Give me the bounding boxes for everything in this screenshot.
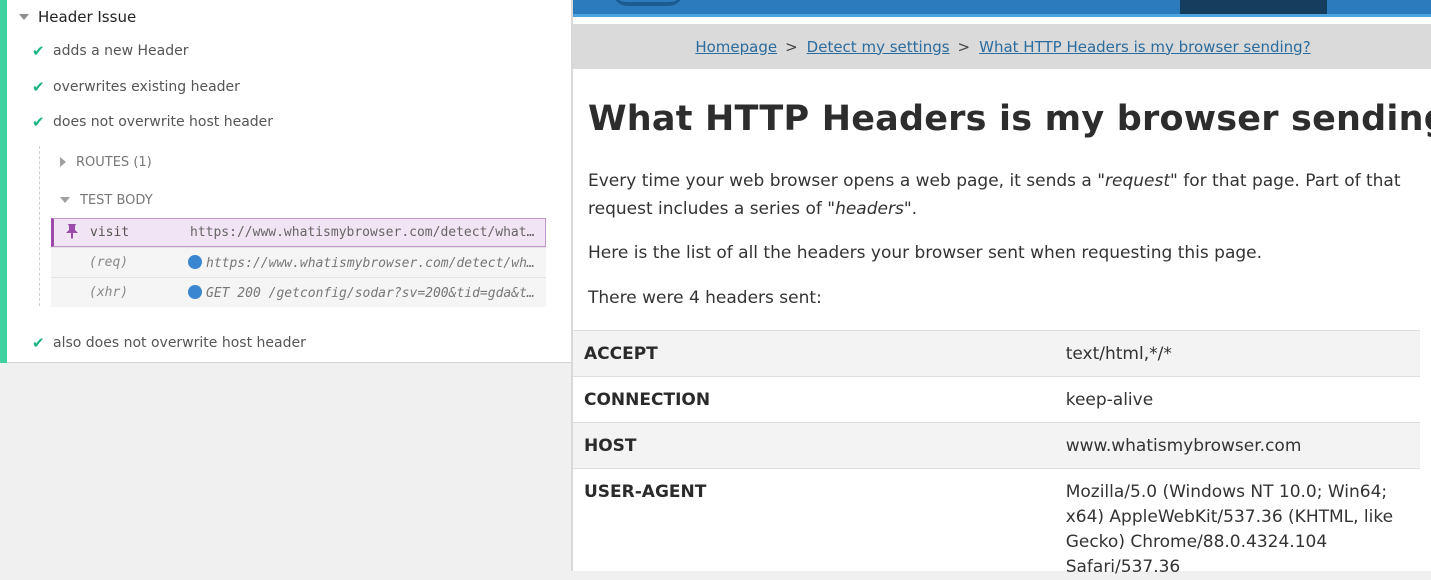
command-name: visit (90, 225, 190, 240)
site-header-bar (573, 0, 1431, 16)
check-icon: ✔ (32, 334, 53, 352)
collapse-arrow-icon (60, 197, 70, 203)
test-item[interactable]: ✔ overwrites existing header (32, 76, 240, 98)
intro-emphasis: headers (835, 199, 904, 219)
headers-table: ACCEPT text/html,*/* CONNECTION keep-ali… (573, 330, 1420, 580)
test-body-toggle[interactable]: TEST BODY (60, 190, 153, 210)
table-row: ACCEPT text/html,*/* (573, 331, 1420, 377)
header-value: Mozilla/5.0 (Windows NT 10.0; Win64; x64… (1055, 469, 1420, 580)
header-key: CONNECTION (573, 377, 1055, 423)
table-row: USER-AGENT Mozilla/5.0 (Windows NT 10.0;… (573, 469, 1420, 580)
suite-title: Header Issue (38, 8, 136, 26)
collapse-arrow-icon (19, 14, 29, 20)
test-body-guide-line (39, 146, 40, 306)
expand-arrow-icon (60, 157, 66, 167)
header-nav-block[interactable] (1180, 0, 1327, 14)
command-row-xhr[interactable]: (xhr) GET 200 /getconfig/sodar?sv=200&ti… (51, 278, 546, 307)
routes-toggle[interactable]: ROUTES (1) (60, 152, 152, 172)
command-message: https://www.whatismybrowser.com/detect/w… (190, 225, 545, 240)
page-title: What HTTP Headers is my browser sending? (588, 99, 1431, 139)
command-message-text: GET 200 /getconfig/sodar?sv=200&tid=gda&… (206, 286, 546, 301)
test-item[interactable]: ✔ also does not overwrite host header (32, 332, 306, 354)
test-label: adds a new Header (53, 43, 189, 59)
header-key: USER-AGENT (573, 469, 1055, 580)
suite-header[interactable]: Header Issue (19, 6, 136, 28)
check-icon: ✔ (32, 113, 53, 131)
intro-paragraph: Every time your web browser opens a web … (588, 167, 1408, 223)
test-label: overwrites existing header (53, 79, 240, 95)
command-row-req[interactable]: (req) https://www.whatismybrowser.com/de… (51, 248, 546, 277)
breadcrumb-separator: > (958, 38, 971, 56)
intro-text: ". (904, 199, 917, 219)
test-label: does not overwrite host header (53, 114, 273, 130)
request-dot-icon (188, 255, 202, 269)
command-message: GET 200 /getconfig/sodar?sv=200&tid=gda&… (188, 285, 546, 301)
header-count: There were 4 headers sent: (588, 284, 1408, 312)
breadcrumb-separator: > (785, 38, 798, 56)
list-description: Here is the list of all the headers your… (588, 239, 1408, 267)
test-body-label: TEST BODY (80, 193, 153, 208)
suite-status-bar (0, 0, 7, 363)
pin-icon (54, 223, 90, 243)
request-dot-icon (188, 285, 202, 299)
test-item[interactable]: ✔ does not overwrite host header (32, 111, 273, 133)
intro-emphasis: request (1105, 171, 1170, 191)
check-icon: ✔ (32, 78, 53, 96)
test-label: also does not overwrite host header (53, 335, 306, 351)
command-message: https://www.whatismybrowser.com/detect/w… (188, 255, 546, 271)
header-value: text/html,*/* (1055, 331, 1420, 377)
breadcrumb-detect-settings[interactable]: Detect my settings (807, 38, 950, 56)
header-key: HOST (573, 423, 1055, 469)
app-preview: Homepage > Detect my settings > What HTT… (571, 0, 1431, 571)
header-stripe (573, 14, 1431, 17)
table-row: CONNECTION keep-alive (573, 377, 1420, 423)
suite-container: Header Issue ✔ adds a new Header ✔ overw… (0, 0, 571, 363)
breadcrumb-current-page[interactable]: What HTTP Headers is my browser sending? (979, 38, 1311, 56)
check-icon: ✔ (32, 42, 53, 60)
header-value: keep-alive (1055, 377, 1420, 423)
header-value: www.whatismybrowser.com (1055, 423, 1420, 469)
site-logo[interactable] (613, 0, 683, 6)
breadcrumb: Homepage > Detect my settings > What HTT… (573, 24, 1431, 69)
routes-label: ROUTES (1) (76, 155, 152, 170)
intro-text: Every time your web browser opens a web … (588, 171, 1105, 191)
command-name: (req) (51, 255, 188, 270)
command-row-visit[interactable]: visit https://www.whatismybrowser.com/de… (51, 218, 546, 247)
table-row: HOST www.whatismybrowser.com (573, 423, 1420, 469)
command-name: (xhr) (51, 285, 188, 300)
command-message-text: https://www.whatismybrowser.com/detect/w… (206, 256, 546, 271)
test-reporter-panel: Header Issue ✔ adds a new Header ✔ overw… (0, 0, 571, 571)
main-content: What HTTP Headers is my browser sending?… (573, 69, 1431, 571)
breadcrumb-homepage[interactable]: Homepage (695, 38, 777, 56)
header-key: ACCEPT (573, 331, 1055, 377)
test-item[interactable]: ✔ adds a new Header (32, 40, 189, 62)
